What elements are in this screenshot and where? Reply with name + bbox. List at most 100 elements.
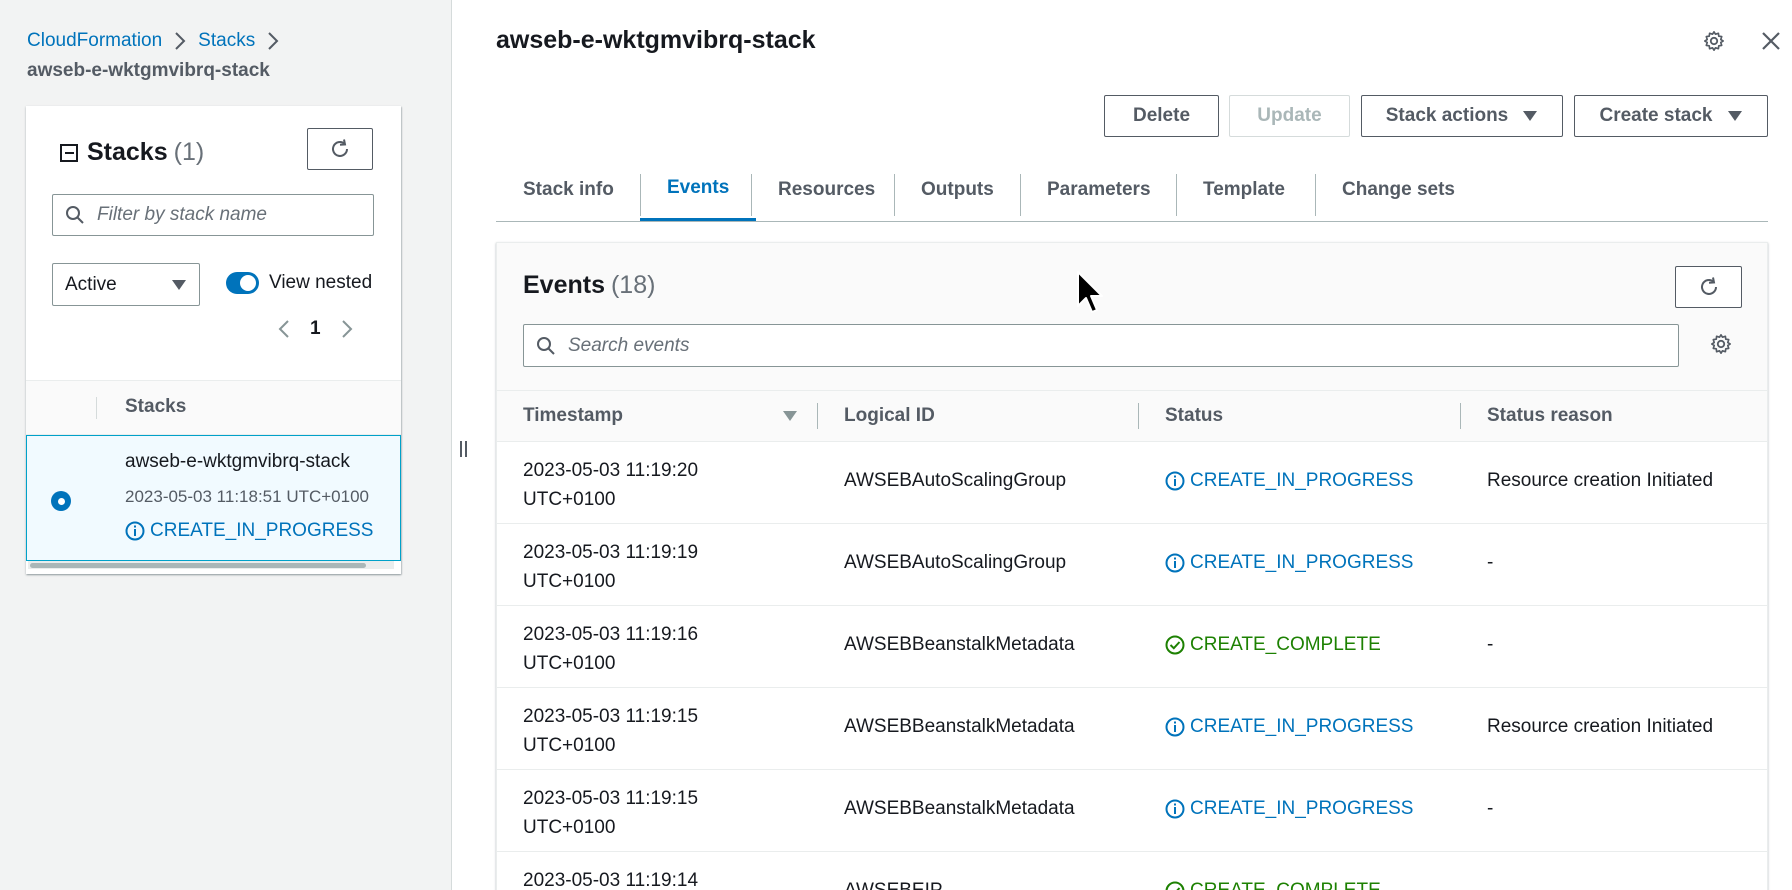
close-icon[interactable] xyxy=(1761,31,1781,51)
scrollbar-thumb[interactable] xyxy=(30,563,366,568)
page: CloudFormation Stacks awseb-e-wktgmvibrq… xyxy=(0,0,1792,890)
stacks-column-header: Stacks xyxy=(26,380,401,435)
tab-outputs[interactable]: Outputs xyxy=(894,158,1021,221)
view-nested-toggle[interactable] xyxy=(226,272,259,294)
info-icon xyxy=(125,521,145,541)
event-status: CREATE_COMPLETE xyxy=(1165,634,1381,656)
event-timestamp-date: 2023-05-03 11:19:16 xyxy=(523,624,699,645)
event-timestamp-tz: UTC+0100 xyxy=(523,571,616,592)
event-timestamp-tz: UTC+0100 xyxy=(523,489,616,510)
settings-gear-icon[interactable] xyxy=(1703,30,1725,52)
stacks-panel-header: Stacks (1) xyxy=(60,138,204,167)
event-status-text: CREATE_COMPLETE xyxy=(1190,880,1381,890)
chevron-right-icon xyxy=(267,32,279,50)
table-row: 2023-05-03 11:19:15 UTC+0100 AWSEBBeanstal… xyxy=(497,688,1767,770)
stacks-column-label: Stacks xyxy=(125,396,187,417)
event-timestamp-tz: UTC+0100 xyxy=(523,817,616,838)
stacks-panel-title: Stacks xyxy=(87,138,168,166)
refresh-icon xyxy=(1700,277,1717,295)
delete-button[interactable]: Delete xyxy=(1104,95,1219,137)
pane-resize-handle[interactable] xyxy=(460,441,467,457)
event-status-text: CREATE_IN_PROGRESS xyxy=(1190,798,1414,819)
breadcrumb-current: awseb-e-wktgmvibrq-stack xyxy=(27,60,270,81)
status-filter-select[interactable]: Active xyxy=(52,263,200,306)
caret-down-icon xyxy=(1522,110,1538,122)
stack-status: CREATE_IN_PROGRESS xyxy=(125,520,373,542)
previous-page-icon[interactable] xyxy=(278,319,290,339)
column-header-status-reason[interactable]: Status reason xyxy=(1487,405,1613,427)
event-timestamp-tz: UTC+0100 xyxy=(523,653,616,674)
next-page-icon[interactable] xyxy=(341,319,353,339)
tab-resources[interactable]: Resources xyxy=(751,158,902,221)
stack-actions-button[interactable]: Stack actions xyxy=(1361,95,1563,137)
tab-change-sets[interactable]: Change sets xyxy=(1315,158,1482,221)
table-row: 2023-05-03 11:19:20 UTC+0100 AWSEBAutoScal… xyxy=(497,442,1767,524)
view-nested-label: View nested xyxy=(269,272,373,293)
page-number[interactable]: 1 xyxy=(310,318,321,340)
event-status: CREATE_COMPLETE xyxy=(1165,880,1381,890)
search-icon xyxy=(536,336,556,356)
table-row: 2023-05-03 11:19:16 UTC+0100 AWSEBBeanstal… xyxy=(497,606,1767,688)
events-count: (18) xyxy=(610,271,656,299)
collapse-icon[interactable] xyxy=(60,143,78,162)
breadcrumb-stacks-link[interactable]: Stacks xyxy=(198,30,255,52)
stacks-count: (1) xyxy=(173,138,205,166)
event-timestamp: 2023-05-03 11:19:20 UTC+0100 xyxy=(523,456,698,514)
breadcrumb: CloudFormation Stacks xyxy=(27,30,291,52)
column-header-logical-id[interactable]: Logical ID xyxy=(844,405,935,427)
refresh-events-button[interactable] xyxy=(1675,266,1742,308)
tab-template[interactable]: Template xyxy=(1176,158,1312,221)
event-timestamp-tz: UTC+0100 xyxy=(523,735,616,756)
column-divider xyxy=(96,397,97,419)
update-button[interactable]: Update xyxy=(1229,95,1350,137)
event-logical-id: AWSEBBeanstalkMetadata xyxy=(844,634,1075,655)
event-logical-id: AWSEBBeanstalkMetadata xyxy=(844,716,1075,737)
stacks-panel: Stacks (1) Active View nested xyxy=(26,106,401,574)
stack-filter-field[interactable] xyxy=(97,195,373,235)
create-stack-button[interactable]: Create stack xyxy=(1574,95,1768,137)
event-status-reason: - xyxy=(1487,634,1494,655)
stack-filter-input[interactable] xyxy=(52,194,374,236)
stack-actions-label: Stack actions xyxy=(1385,105,1509,126)
events-panel-header: Events (18) xyxy=(497,243,1767,390)
events-panel: Events (18) Timestamp xyxy=(496,242,1768,890)
stack-detail-tabs: Stack info Events Resources Outputs Para… xyxy=(496,158,1768,222)
event-timestamp: 2023-05-03 11:19:15 UTC+0100 xyxy=(523,702,698,760)
success-check-icon xyxy=(1165,881,1185,890)
refresh-icon xyxy=(332,139,348,157)
events-title: Events (18) xyxy=(523,271,655,300)
tab-events[interactable]: Events xyxy=(640,158,757,221)
event-status-reason: Resource creation Initiated xyxy=(1487,470,1714,491)
events-search-input[interactable] xyxy=(523,324,1679,367)
events-table-header: Timestamp Logical ID Status Status reaso… xyxy=(497,390,1767,442)
event-status-text: CREATE_IN_PROGRESS xyxy=(1190,716,1414,737)
horizontal-scrollbar[interactable] xyxy=(28,561,394,569)
refresh-stacks-button[interactable] xyxy=(307,128,373,170)
table-row: 2023-05-03 11:19:19 UTC+0100 AWSEBAutoScal… xyxy=(497,524,1767,606)
breadcrumb-cloudformation-link[interactable]: CloudFormation xyxy=(27,30,162,52)
events-title-text: Events xyxy=(523,271,605,299)
column-header-status[interactable]: Status xyxy=(1165,405,1223,427)
create-stack-label: Create stack xyxy=(1599,105,1713,126)
event-logical-id: AWSEBAutoScalingGroup xyxy=(844,470,1067,491)
stack-name: awseb-e-wktgmvibrq-stack xyxy=(125,451,350,472)
event-timestamp: 2023-05-03 11:19:16 UTC+0100 xyxy=(523,620,698,678)
success-check-icon xyxy=(1165,635,1185,655)
info-icon xyxy=(1165,553,1185,573)
stack-status-text: CREATE_IN_PROGRESS xyxy=(150,520,374,541)
event-logical-id: AWSEBBeanstalkMetadata xyxy=(844,798,1075,819)
sort-descending-icon[interactable] xyxy=(782,410,798,422)
tab-parameters[interactable]: Parameters xyxy=(1020,158,1178,221)
stack-list-item[interactable]: awseb-e-wktgmvibrq-stack 2023-05-03 11:1… xyxy=(26,435,401,561)
pagination: 1 xyxy=(278,318,353,340)
tab-stack-info[interactable]: Stack info xyxy=(496,158,641,221)
events-search-field[interactable] xyxy=(568,325,1678,366)
stack-radio-selected[interactable] xyxy=(51,491,71,511)
event-status: CREATE_IN_PROGRESS xyxy=(1165,798,1413,820)
table-row: 2023-05-03 11:19:15 UTC+0100 AWSEBBeanstal… xyxy=(497,770,1767,852)
column-header-timestamp[interactable]: Timestamp xyxy=(523,405,623,427)
table-preferences-gear-icon[interactable] xyxy=(1710,333,1732,355)
event-status-text: CREATE_COMPLETE xyxy=(1190,634,1381,655)
event-timestamp-date: 2023-05-03 11:19:20 xyxy=(523,460,699,481)
caret-down-icon xyxy=(172,279,186,290)
